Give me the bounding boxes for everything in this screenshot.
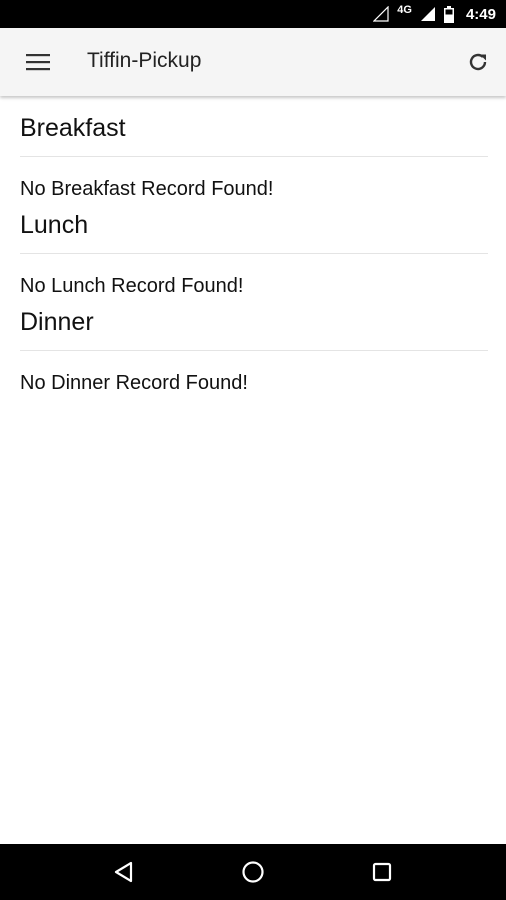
menu-button[interactable] <box>18 42 58 82</box>
section-heading-breakfast: Breakfast <box>20 96 488 157</box>
home-circle-icon <box>242 861 264 883</box>
back-triangle-icon <box>115 861 133 883</box>
breakfast-section: Breakfast No Breakfast Record Found! <box>20 96 488 201</box>
status-time: 4:49 <box>465 5 496 23</box>
dinner-empty-message: No Dinner Record Found! <box>20 372 248 394</box>
breakfast-empty-message: No Breakfast Record Found! <box>20 178 274 200</box>
network-type-label: 4G <box>397 4 412 16</box>
battery-icon <box>443 5 454 23</box>
signal-icon <box>420 7 435 21</box>
meal-records-list: Breakfast No Breakfast Record Found! Lun… <box>20 96 488 395</box>
app-title: Tiffin-Pickup <box>87 49 202 72</box>
hamburger-menu-icon <box>26 54 50 71</box>
home-button[interactable] <box>229 848 277 896</box>
status-icons: 4G 4:49 <box>373 0 496 28</box>
dinner-section: Dinner No Dinner Record Found! <box>20 298 488 395</box>
recents-button[interactable] <box>358 848 406 896</box>
section-heading-dinner: Dinner <box>20 298 488 351</box>
status-bar: 4G 4:49 <box>0 0 506 28</box>
signal-empty-icon <box>373 6 389 22</box>
refresh-icon <box>469 53 487 71</box>
section-heading-lunch: Lunch <box>20 201 488 254</box>
app-bar: Tiffin-Pickup <box>0 28 506 96</box>
system-nav-bar <box>0 844 506 900</box>
lunch-section: Lunch No Lunch Record Found! <box>20 201 488 298</box>
back-button[interactable] <box>100 848 148 896</box>
recents-square-icon <box>372 862 391 882</box>
refresh-button[interactable] <box>458 42 498 82</box>
lunch-empty-message: No Lunch Record Found! <box>20 275 244 297</box>
